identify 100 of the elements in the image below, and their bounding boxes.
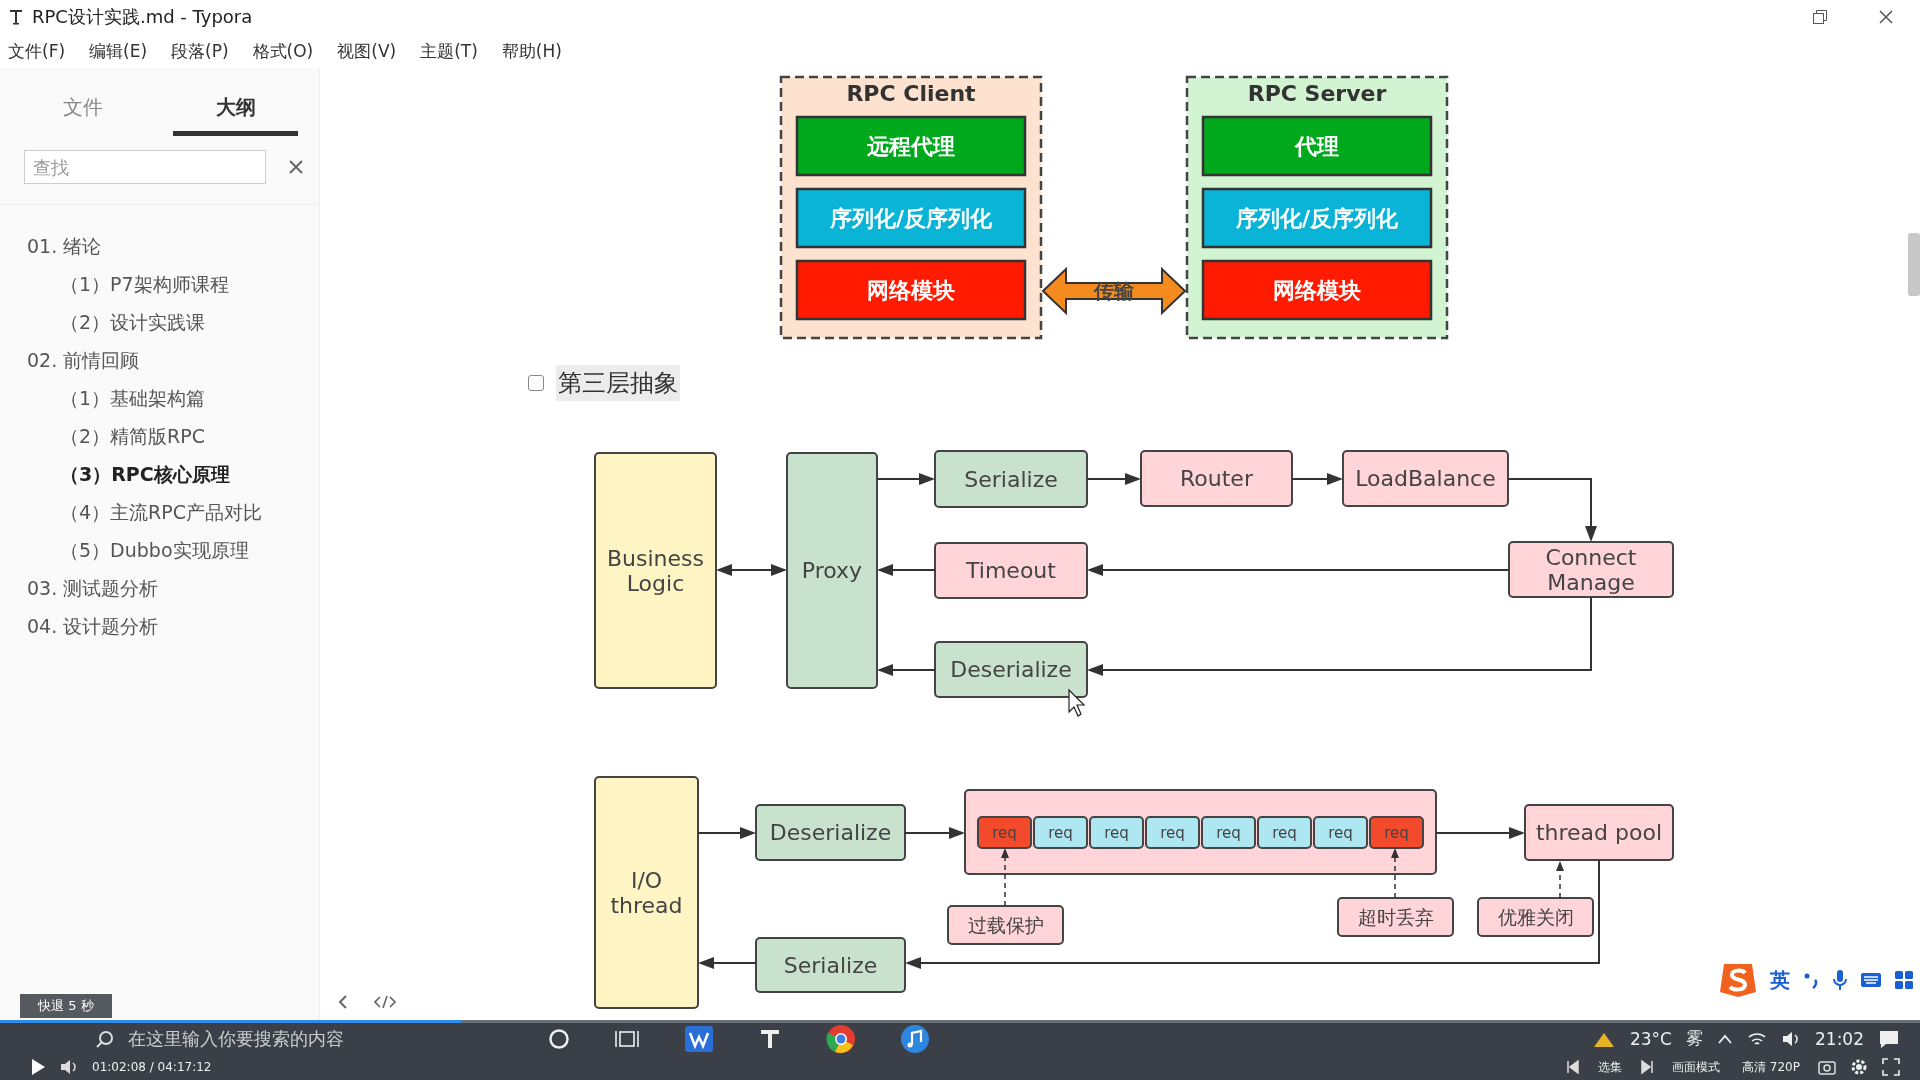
outline-item[interactable]: 03. 测试题分析 [27,569,159,607]
diagram-node: I/O thread [594,776,699,1009]
menu-item[interactable]: 主题(T) [420,37,478,65]
sidebar-tab[interactable]: 大纲 [173,88,298,136]
screenshot-icon[interactable] [1818,1059,1836,1075]
arrow [877,564,936,576]
app-icon [8,8,24,26]
arrow-label: 传输 [1094,279,1134,303]
diagram-node: Serialize [934,450,1088,508]
queue-cell: req [1089,816,1144,849]
arrow [1086,473,1141,485]
arrow [876,473,935,485]
play-icon[interactable] [30,1058,46,1076]
diagram-node: Timeout [934,542,1088,599]
diagram-node: Serialize [755,937,906,993]
layer-block: 网络模块 [1201,259,1433,321]
progress-track[interactable] [0,1020,1920,1023]
volume-icon[interactable] [60,1059,78,1075]
diagram-node: Deserialize [934,641,1088,698]
note-tag: 超时丢弃 [1337,897,1454,937]
outline-item[interactable]: （5）Dubbo实现原理 [60,531,249,569]
layer-block: 代理 [1201,115,1433,177]
diagram-node: LoadBalance [1342,450,1509,507]
close-icon[interactable] [1878,9,1894,25]
queue-cell: req [1257,816,1312,849]
music-app-icon[interactable] [900,1023,930,1054]
fullscreen-icon[interactable] [1882,1058,1900,1076]
temperature: 23°C [1630,1028,1672,1049]
layer-block: 网络模块 [795,259,1027,321]
grid-icon[interactable] [1894,970,1914,990]
menu-item[interactable]: 视图(V) [337,37,397,65]
arrow [697,827,756,839]
diagram-node: Router [1140,450,1293,507]
player-button[interactable]: 画面模式 [1668,1058,1725,1076]
menu-item[interactable]: 帮助(H) [501,37,562,65]
cortana-icon[interactable] [548,1027,570,1050]
menu-item[interactable]: 格式(O) [252,37,314,65]
weather-text: 雾 [1686,1027,1703,1050]
search-field[interactable]: 查找 [24,150,266,184]
playback-time: 01:02:08 / 04:17:12 [92,1060,212,1074]
cursor-icon [1068,688,1086,717]
checkbox[interactable] [528,374,544,391]
note-tag: 过载保护 [947,905,1064,945]
diagram-node: Proxy [786,452,878,689]
arrow [698,957,757,969]
dashed-arrow [1556,861,1564,899]
seek-hint: 快退 5 秒 [20,994,112,1018]
arrow [904,827,965,839]
volume-icon[interactable] [1781,1029,1801,1048]
outline-item[interactable]: 01. 绪论 [27,227,102,265]
punctuation-icon[interactable] [1802,971,1820,989]
outline-item[interactable]: 04. 设计题分析 [27,607,159,645]
chevron-up-icon[interactable] [1717,1032,1733,1045]
dashed-arrow [1391,848,1399,899]
diagram-node: Deserialize [755,804,906,861]
outline-item[interactable]: （2）设计实践课 [60,303,206,341]
note-tag: 优雅关闭 [1477,897,1594,937]
app-icon[interactable] [684,1024,714,1053]
menu-item[interactable]: 文件(F) [8,37,66,65]
search-field[interactable]: 在这里输入你要搜索的内容 [128,1028,458,1049]
microphone-icon[interactable] [1832,969,1848,991]
layer-block: 序列化/反序列化 [1201,187,1433,249]
outline-item[interactable]: （4）主流RPC产品对比 [60,493,262,531]
menu-item[interactable]: 段落(P) [171,37,229,65]
restore-icon[interactable] [1812,9,1828,25]
player-button[interactable]: 选集 [1594,1058,1627,1076]
panel-title: RPC Server [1247,81,1387,106]
outline-item[interactable]: 02. 前情回顾 [27,341,140,379]
queue-cell: req [1033,816,1088,849]
close-icon[interactable] [288,159,304,175]
queue-cell: req [1201,816,1256,849]
settings-icon[interactable] [1850,1058,1868,1076]
queue-cell: req [1369,816,1424,849]
previous-icon[interactable] [1566,1060,1581,1074]
window-title: RPC设计实践.md - Typora [32,5,253,29]
notification-icon[interactable] [1878,1028,1900,1049]
menu-item[interactable]: 编辑(E) [89,37,148,65]
layer-block: 序列化/反序列化 [795,187,1027,249]
task-label: 第三层抽象 [556,364,680,401]
clock[interactable]: 21:02 [1815,1028,1864,1049]
code-icon[interactable] [374,994,396,1010]
browser-icon[interactable] [826,1023,856,1054]
player-button[interactable]: 高清 720P [1738,1058,1804,1076]
outline-item[interactable]: （2）精简版RPC [60,417,205,455]
layer-block: 远程代理 [795,115,1027,177]
outline-item[interactable]: （1）P7架构师课程 [60,265,229,303]
diagram-node: thread pool [1524,804,1674,861]
diagram-node: Connect Manage [1508,541,1674,598]
panel-title: RPC Client [846,81,976,106]
ime-mode[interactable]: 英 [1770,966,1790,994]
chevron-left-icon[interactable] [338,994,348,1010]
outline-item[interactable]: （3）RPC核心原理 [60,455,230,493]
scrollbar-thumb[interactable] [1908,233,1920,296]
next-icon[interactable] [1640,1060,1655,1074]
search-icon [96,1029,114,1048]
queue-cell: req [1313,816,1368,849]
outline-item[interactable]: （1）基础架构篇 [60,379,206,417]
keyboard-icon[interactable] [1860,971,1882,989]
dashed-arrow [1001,848,1009,907]
arrow [1291,473,1343,485]
